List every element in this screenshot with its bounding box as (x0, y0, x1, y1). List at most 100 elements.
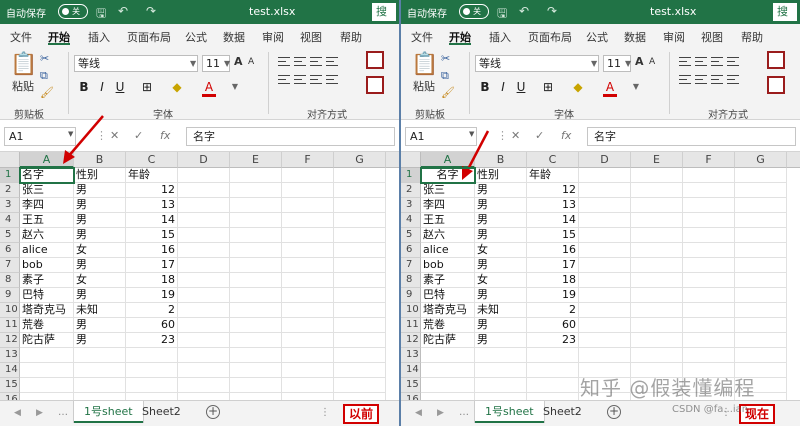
align-center-icon[interactable] (695, 74, 707, 86)
cell[interactable] (631, 198, 683, 213)
cell[interactable] (178, 288, 230, 303)
header-cell[interactable]: 性别 (475, 168, 527, 183)
cell[interactable] (735, 213, 787, 228)
row-header[interactable]: 15 (0, 378, 20, 393)
borders-icon[interactable]: ⊞ (541, 79, 555, 95)
cell[interactable] (735, 198, 787, 213)
cell[interactable] (631, 288, 683, 303)
column-header-e[interactable]: E (631, 152, 683, 168)
cell[interactable] (126, 378, 178, 393)
column-header-g[interactable]: G (735, 152, 787, 168)
row-header[interactable]: 2 (401, 183, 421, 198)
data-cell[interactable]: 未知 (475, 303, 527, 318)
cell[interactable] (631, 243, 683, 258)
undo-icon[interactable]: ↶ (519, 4, 529, 18)
cell[interactable] (735, 318, 787, 333)
cell[interactable] (282, 198, 334, 213)
scroll-left-icon[interactable]: ◀ (14, 408, 21, 418)
row-header[interactable]: 4 (401, 213, 421, 228)
column-header-g[interactable]: G (334, 152, 386, 168)
data-cell[interactable]: 王五 (20, 213, 74, 228)
cell[interactable] (579, 213, 631, 228)
align-middle-icon[interactable] (695, 56, 707, 68)
cell[interactable] (683, 183, 735, 198)
data-cell[interactable]: alice (20, 243, 74, 258)
cell[interactable] (475, 348, 527, 363)
data-cell[interactable]: 60 (527, 318, 579, 333)
underline-button[interactable]: U (113, 79, 127, 95)
copy-icon[interactable]: ⧉ (40, 69, 48, 83)
cell[interactable] (683, 333, 735, 348)
sheet-tab-2[interactable]: Sheet2 (533, 401, 592, 423)
cell[interactable] (579, 348, 631, 363)
row-header[interactable]: 13 (0, 348, 20, 363)
scroll-right-icon[interactable]: ▶ (36, 408, 43, 418)
more-sheets-icon[interactable]: ⋮ (320, 407, 330, 418)
cell[interactable] (579, 318, 631, 333)
cell[interactable] (631, 258, 683, 273)
cell[interactable] (282, 228, 334, 243)
merge-center-icon[interactable] (366, 76, 384, 94)
cell[interactable] (334, 213, 386, 228)
clipboard-icon[interactable]: 📋 (411, 52, 438, 77)
cut-icon[interactable]: ✂ (40, 52, 49, 65)
cell[interactable] (282, 168, 334, 183)
cell[interactable] (334, 258, 386, 273)
header-cell[interactable]: 性别 (74, 168, 126, 183)
cell[interactable] (282, 243, 334, 258)
data-cell[interactable]: 素子 (20, 273, 74, 288)
align-middle-icon[interactable] (294, 56, 306, 68)
row-header[interactable]: 12 (0, 333, 20, 348)
data-cell[interactable]: 23 (527, 333, 579, 348)
worksheet-grid[interactable]: A B C D E F G 1 名字 性别 年龄 2 张三男 12 3 李四男 13 4 王五男 14 5 赵六男 15 6 a… (401, 152, 800, 423)
chevron-down-icon[interactable]: ▼ (625, 59, 631, 68)
chevron-down-icon[interactable]: ▼ (629, 79, 643, 95)
cell[interactable] (579, 168, 631, 183)
cell[interactable] (282, 378, 334, 393)
chevron-down-icon[interactable]: ▼ (228, 79, 242, 95)
data-cell[interactable]: 男 (475, 318, 527, 333)
header-cell[interactable]: 名字 (420, 167, 476, 184)
tab-file[interactable]: 文件 (411, 29, 433, 45)
tab-review[interactable]: 审阅 (262, 29, 284, 45)
cut-icon[interactable]: ✂ (441, 52, 450, 65)
cell[interactable] (579, 273, 631, 288)
bold-button[interactable]: B (478, 79, 492, 95)
font-color-button[interactable]: A (202, 79, 216, 97)
format-painter-icon[interactable]: 🖌 (441, 86, 455, 99)
cell[interactable] (579, 183, 631, 198)
copy-icon[interactable]: ⧉ (441, 69, 449, 83)
data-cell[interactable]: 巴特 (20, 288, 74, 303)
data-cell[interactable]: 男 (74, 183, 126, 198)
cell[interactable] (178, 183, 230, 198)
tab-data[interactable]: 数据 (624, 29, 646, 45)
data-cell[interactable]: 男 (74, 288, 126, 303)
chevron-down-icon[interactable]: ▼ (469, 130, 474, 138)
more-sheets-icon[interactable]: … (459, 407, 469, 418)
cell[interactable] (178, 228, 230, 243)
align-right-icon[interactable] (310, 74, 322, 86)
data-cell[interactable]: alice (421, 243, 475, 258)
row-header[interactable]: 9 (401, 288, 421, 303)
data-cell[interactable]: 2 (527, 303, 579, 318)
cell[interactable] (683, 318, 735, 333)
cell[interactable] (178, 348, 230, 363)
data-cell[interactable]: 女 (74, 243, 126, 258)
cell[interactable] (334, 288, 386, 303)
data-cell[interactable]: 素子 (421, 273, 475, 288)
cell[interactable] (334, 333, 386, 348)
cell[interactable] (178, 273, 230, 288)
cell[interactable] (178, 198, 230, 213)
cell[interactable] (579, 333, 631, 348)
tab-review[interactable]: 审阅 (663, 29, 685, 45)
formula-input[interactable]: 名字 (587, 127, 796, 146)
orientation-icon[interactable] (326, 56, 338, 68)
data-cell[interactable]: 23 (126, 333, 178, 348)
cell[interactable] (579, 228, 631, 243)
cell[interactable] (421, 363, 475, 378)
data-cell[interactable]: 男 (475, 258, 527, 273)
cell[interactable] (74, 363, 126, 378)
cell[interactable] (735, 243, 787, 258)
resize-handle-icon[interactable]: ⋮ (96, 129, 107, 142)
row-header[interactable]: 4 (0, 213, 20, 228)
